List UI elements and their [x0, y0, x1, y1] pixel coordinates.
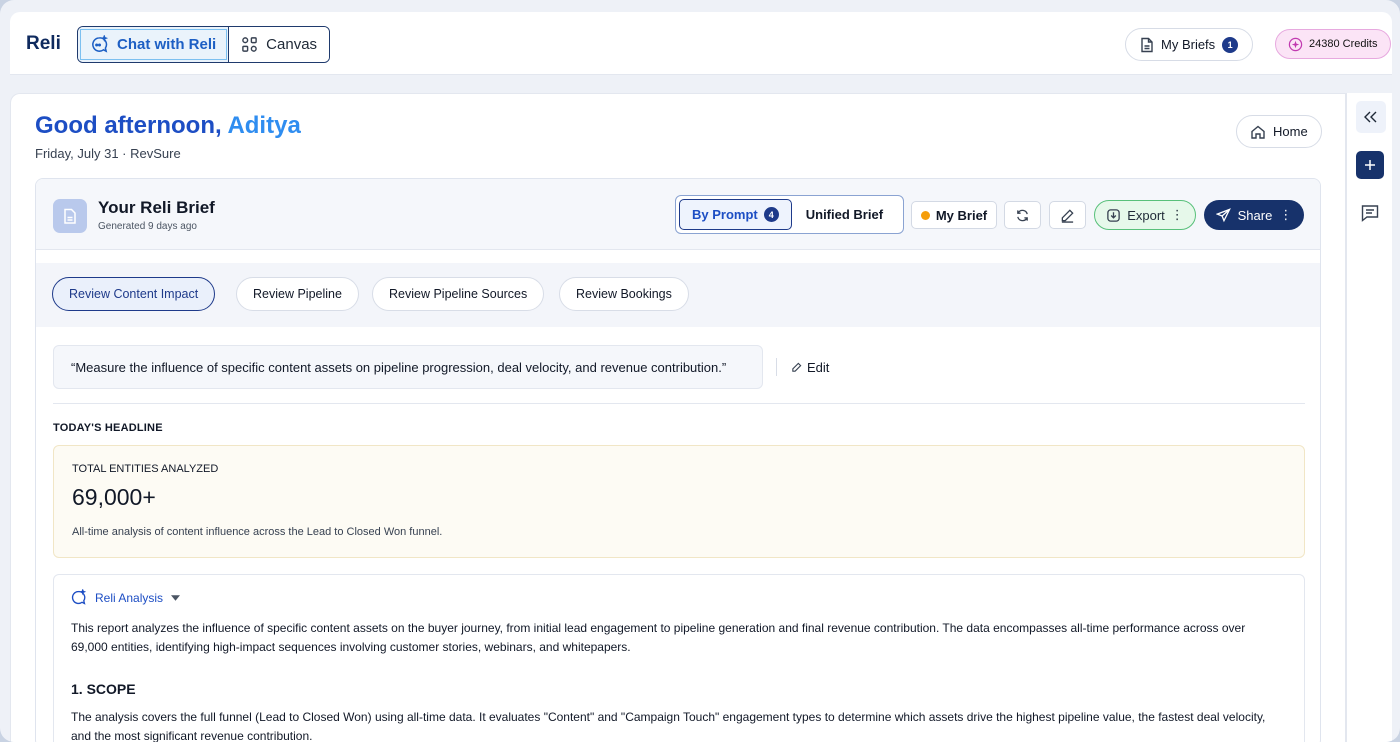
double-chevron-left-icon — [1364, 111, 1378, 123]
brief-document-icon — [53, 199, 87, 233]
right-sidebar — [1346, 93, 1392, 742]
metric-value: 69,000+ — [72, 484, 156, 510]
comments-button[interactable] — [1358, 201, 1382, 225]
by-prompt-label: By Prompt — [692, 207, 758, 222]
my-brief-label: My Brief — [935, 207, 988, 223]
reli-analysis-toggle[interactable]: Reli Analysis — [70, 589, 181, 606]
mode-switcher: Chat with Reli Canvas — [77, 26, 331, 63]
plus-icon — [1364, 159, 1376, 171]
brand-logo[interactable]: Reli — [26, 33, 61, 55]
analysis-intro-text: This report analyzes the influence of sp… — [71, 621, 1246, 654]
scope-text: The analysis covers the full funnel (Lea… — [71, 710, 1266, 742]
export-more-icon[interactable]: ⋮ — [1171, 207, 1184, 223]
canvas-tab[interactable]: Canvas — [229, 27, 330, 62]
home-icon — [1250, 124, 1266, 140]
caret-down-icon — [171, 594, 181, 601]
greeting-text: Good afternoon, — [35, 112, 222, 139]
my-briefs-label: My Briefs — [1161, 37, 1216, 52]
refresh-button[interactable] — [1004, 201, 1041, 229]
chat-sparkle-icon — [90, 35, 109, 54]
my-brief-button[interactable]: My Brief — [911, 201, 997, 229]
pencil-icon — [791, 362, 802, 373]
send-icon — [1215, 207, 1231, 223]
message-icon — [1360, 203, 1380, 223]
unified-brief-tab[interactable]: Unified Brief — [792, 199, 895, 230]
tab-review-pipeline[interactable]: Review Pipeline — [236, 277, 359, 311]
tab-review-bookings[interactable]: Review Bookings — [559, 277, 689, 311]
prompt-tabs: Review Content Impact Review Pipeline Re… — [36, 263, 1320, 327]
status-dot — [920, 210, 930, 220]
headline-section-title: TODAY'S HEADLINE — [53, 422, 163, 434]
pencil-icon — [1060, 208, 1075, 223]
share-more-icon[interactable]: ⋮ — [1279, 207, 1292, 223]
headline-metric-card: TOTAL ENTITIES ANALYZED 69,000+ All-time… — [53, 445, 1305, 558]
download-icon — [1106, 208, 1121, 223]
refresh-icon — [1015, 208, 1030, 223]
reli-brief-card: Your Reli Brief Generated 9 days ago By … — [35, 178, 1321, 742]
brief-mode-toggle: By Prompt 4 Unified Brief — [675, 195, 904, 234]
divider — [53, 403, 1305, 404]
tab-review-content-impact[interactable]: Review Content Impact — [52, 277, 216, 311]
reli-analysis-icon — [70, 589, 87, 606]
reli-analysis-title: Reli Analysis — [95, 590, 164, 605]
greeting-user-name: Aditya — [227, 112, 301, 139]
home-label: Home — [1273, 124, 1308, 139]
credits-badge[interactable]: 24380 Credits — [1275, 29, 1391, 59]
export-button[interactable]: Export ⋮ — [1094, 200, 1196, 230]
grid-icon — [241, 36, 258, 53]
prompt-text: “Measure the influence of specific conte… — [53, 345, 763, 389]
by-prompt-tab[interactable]: By Prompt 4 — [679, 199, 792, 230]
brief-generated-time: Generated 9 days ago — [98, 221, 197, 232]
chat-with-reli-label: Chat with Reli — [117, 36, 217, 53]
edit-brief-button[interactable] — [1049, 201, 1086, 229]
new-brief-button[interactable] — [1356, 151, 1384, 179]
share-button[interactable]: Share ⋮ — [1204, 200, 1304, 230]
metric-description: All-time analysis of content influence a… — [72, 526, 443, 538]
brief-header: Your Reli Brief Generated 9 days ago By … — [36, 179, 1320, 250]
top-navigation-bar: Reli Chat with Reli Canvas My Briefs 1 2… — [10, 12, 1392, 75]
home-button[interactable]: Home — [1236, 115, 1322, 148]
reli-analysis-panel: Reli Analysis This report analyzes the i… — [53, 574, 1305, 742]
metric-label: TOTAL ENTITIES ANALYZED — [72, 463, 219, 475]
edit-label: Edit — [807, 359, 830, 375]
my-briefs-button[interactable]: My Briefs 1 — [1125, 28, 1254, 61]
app-frame: Reli Chat with Reli Canvas My Briefs 1 2… — [0, 0, 1400, 742]
tab-review-pipeline-sources[interactable]: Review Pipeline Sources — [372, 277, 545, 311]
document-icon — [1140, 37, 1154, 53]
page-greeting: Good afternoon, Aditya — [35, 112, 301, 140]
main-content: Good afternoon, Aditya Friday, July 31 ·… — [10, 93, 1346, 742]
scope-heading: 1. SCOPE — [71, 681, 136, 697]
edit-prompt-button[interactable]: Edit — [776, 358, 829, 376]
canvas-label: Canvas — [266, 36, 318, 53]
my-briefs-count-badge: 1 — [1222, 36, 1239, 53]
share-label: Share — [1237, 207, 1273, 223]
chat-with-reli-tab[interactable]: Chat with Reli — [78, 27, 230, 62]
date-line: Friday, July 31 · RevSure — [35, 146, 181, 161]
brief-title: Your Reli Brief — [98, 198, 215, 217]
collapse-sidebar-button[interactable] — [1356, 101, 1386, 133]
credits-sparkle-icon — [1288, 37, 1303, 52]
by-prompt-count-badge: 4 — [763, 207, 779, 222]
export-label: Export — [1127, 207, 1165, 223]
credits-label: 24380 Credits — [1309, 38, 1378, 50]
